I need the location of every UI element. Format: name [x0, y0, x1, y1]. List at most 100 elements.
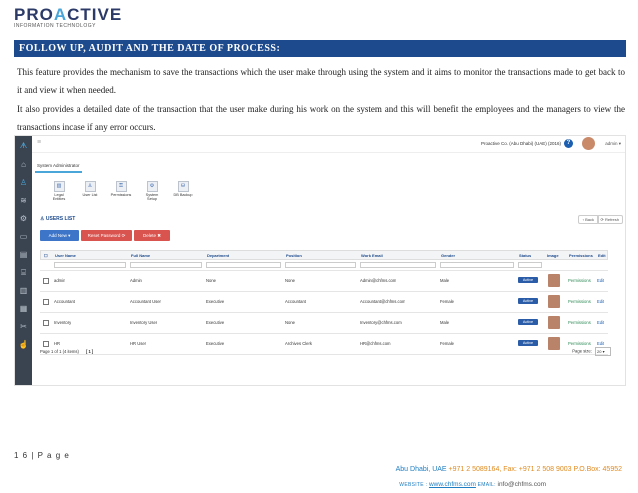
cell-user-name: Inventory — [54, 320, 72, 325]
column-header[interactable]: Image — [547, 251, 559, 260]
row-checkbox[interactable] — [43, 278, 49, 284]
filter-input[interactable] — [54, 262, 126, 268]
column-header[interactable]: User Name — [55, 251, 76, 260]
user-photo — [548, 337, 560, 350]
cell-work-email: Admin@chfms.com — [360, 278, 397, 283]
page-link[interactable]: [1] — [86, 349, 94, 354]
cell-work-email: HR@chfms.com — [360, 341, 391, 346]
tab-system-administrator[interactable]: System Administrator — [35, 160, 82, 173]
edit-link[interactable]: Edit — [597, 271, 604, 291]
toolbar-label: System Setup — [145, 193, 159, 201]
status-badge[interactable]: Active — [518, 340, 538, 346]
layers-icon[interactable]: ≋ — [17, 194, 30, 207]
avatar[interactable] — [582, 137, 595, 150]
permissions-button[interactable]: ⚿ Permissions — [110, 181, 132, 197]
filter-input[interactable] — [285, 262, 356, 268]
reset-password-button[interactable]: Reset Password ⟳ — [81, 230, 132, 241]
column-header[interactable]: Full Name — [131, 251, 150, 260]
paragraph-2: It also provides a detailed date of the … — [17, 104, 625, 132]
cell-department: Executive — [206, 299, 225, 304]
cell-work-email: Inventory@chfms.com — [360, 320, 402, 325]
cell-full-name: Accountant User — [130, 299, 161, 304]
back-button[interactable]: ‹ Back — [577, 215, 599, 224]
cell-department: Executive — [206, 341, 225, 346]
page-number: 1 6 | P a g e — [14, 451, 70, 460]
filter-input[interactable] — [206, 262, 281, 268]
status-badge[interactable]: Active — [518, 319, 538, 325]
cell-full-name: Inventory User — [130, 320, 158, 325]
paragraph-1: This feature provides the mechanism to s… — [17, 67, 625, 95]
legal-entities-button[interactable]: ▥ Legal Entities — [48, 181, 70, 201]
permissions-link[interactable]: Permissions — [568, 292, 591, 312]
chart-icon[interactable]: ▥ — [17, 284, 30, 297]
user-list-button[interactable]: ♙ User List — [79, 181, 101, 197]
cell-gender: Female — [440, 299, 454, 304]
hamburger-icon[interactable]: ≡ — [37, 139, 41, 146]
db-backup-button[interactable]: ⛁ DB Backup — [172, 181, 194, 197]
filter-input[interactable] — [518, 262, 542, 268]
email-link[interactable]: info@chfms.com — [498, 481, 547, 488]
table-row[interactable]: HR HR User Executive Archives Clerk HR@c… — [40, 334, 608, 355]
cell-department: Executive — [206, 320, 225, 325]
status-badge[interactable]: Active — [518, 298, 538, 304]
column-header[interactable]: Gender — [441, 251, 455, 260]
users-icon[interactable]: ♙ — [17, 176, 30, 189]
column-header[interactable]: Permissions — [569, 251, 593, 260]
document-icon[interactable]: ▤ — [17, 248, 30, 261]
cell-work-email: Accountant@chfms.com — [360, 299, 406, 304]
building-icon: ▥ — [53, 181, 65, 192]
organization-label: Proactive Co. (Abu Dhabi) (UAE) (2016) — [480, 141, 561, 146]
filter-input[interactable] — [130, 262, 202, 268]
user-photo — [548, 295, 560, 308]
status-badge[interactable]: Active — [518, 277, 538, 283]
cell-full-name: HR User — [130, 341, 147, 346]
logo-icon[interactable]: ᗗ — [17, 139, 30, 152]
column-header[interactable]: Edit — [598, 251, 606, 260]
row-checkbox[interactable] — [43, 299, 49, 305]
row-checkbox[interactable] — [43, 320, 49, 326]
refresh-button[interactable]: ⟳ Refresh — [596, 215, 623, 224]
page-size-select[interactable]: 20 ▾ — [595, 347, 611, 356]
user-photo — [548, 316, 560, 329]
key-icon: ⚿ — [115, 181, 127, 192]
database-icon: ⛁ — [177, 181, 189, 192]
logo-wordmark: PROACTIVE — [14, 5, 123, 24]
column-header[interactable]: Position — [286, 251, 302, 260]
calendar-icon[interactable]: ▦ — [17, 302, 30, 315]
table-row[interactable]: Accountant Accountant User Executive Acc… — [40, 292, 608, 313]
folder-icon[interactable]: ▭ — [17, 230, 30, 243]
cell-department: None — [206, 278, 217, 283]
tools-icon[interactable]: ✂ — [17, 320, 30, 333]
column-header[interactable]: Department — [207, 251, 229, 260]
settings-icon[interactable]: ⚙ — [17, 212, 30, 225]
column-header[interactable]: Status — [519, 251, 531, 260]
column-header[interactable]: Work Email — [361, 251, 383, 260]
permissions-link[interactable]: Permissions — [568, 271, 591, 291]
website-link[interactable]: www.chfms.com — [429, 481, 476, 488]
grid-header: ☐ User Name Full Name Department Positio… — [40, 250, 608, 260]
filter-input[interactable] — [440, 262, 514, 268]
cell-position: Archives Clerk — [285, 341, 312, 346]
bank-icon[interactable]: ⌸ — [17, 266, 30, 279]
edit-link[interactable]: Edit — [597, 313, 604, 333]
toolbar-label: DB Backup — [173, 193, 193, 197]
edit-link[interactable]: Edit — [597, 292, 604, 312]
table-row[interactable]: Inventory Inventory User Executive None … — [40, 313, 608, 334]
row-checkbox[interactable] — [43, 341, 49, 347]
permissions-link[interactable]: Permissions — [568, 313, 591, 333]
system-setup-button[interactable]: ⚙ System Setup — [141, 181, 163, 201]
help-icon[interactable]: ? — [564, 139, 573, 148]
select-all-checkbox[interactable]: ☐ — [44, 251, 48, 260]
home-icon[interactable]: ⌂ — [17, 158, 30, 171]
footer-contact: WEBSITE : www.chfms.com EMAIL: info@chfm… — [399, 481, 546, 488]
hand-icon[interactable]: ☝ — [17, 338, 30, 351]
add-new-button[interactable]: Add New ▾ — [40, 230, 79, 241]
user-menu[interactable]: admin ▾ — [605, 141, 621, 147]
app-topbar: ≡ Proactive Co. (Abu Dhabi) (UAE) (2016)… — [32, 136, 625, 153]
delete-button[interactable]: Delete ✖ — [134, 230, 170, 241]
toolbar-label: User List — [82, 193, 98, 197]
filter-input[interactable] — [360, 262, 436, 268]
table-row[interactable]: admin Admin None None Admin@chfms.com Ma… — [40, 271, 608, 292]
app-screenshot: ᗗ ⌂ ♙ ≋ ⚙ ▭ ▤ ⌸ ▥ ▦ ✂ ☝ ≡ Proactive Co. … — [14, 135, 626, 386]
user-photo — [548, 274, 560, 287]
